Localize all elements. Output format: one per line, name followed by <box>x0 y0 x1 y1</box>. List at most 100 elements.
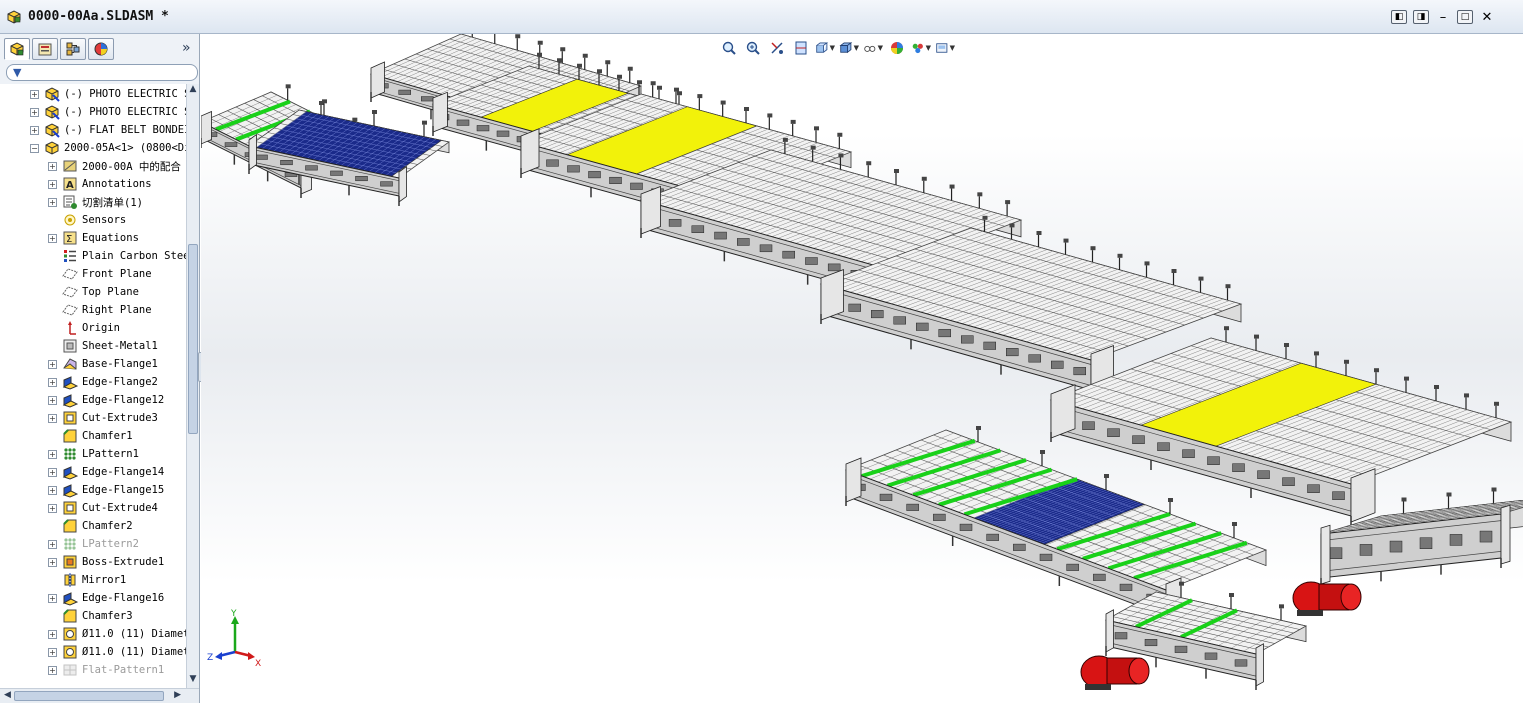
property-manager-icon <box>38 43 52 56</box>
expand-node-icon[interactable]: + <box>48 359 57 369</box>
cut-extrude-icon <box>63 411 77 425</box>
conveyor-module-10[interactable] <box>1080 581 1308 690</box>
tree-item[interactable]: + Cut-Extrude3 <box>48 409 158 427</box>
tree-item[interactable]: + A Annotations <box>48 175 152 193</box>
tree-item[interactable]: + LPattern2 <box>48 535 139 553</box>
tree-item[interactable]: + Edge-Flange2 <box>48 373 158 391</box>
tab-feature-manager[interactable] <box>4 38 30 60</box>
assembly-document-icon <box>7 10 21 24</box>
tree-item[interactable]: + Flat-Pattern1 <box>48 661 164 679</box>
feature-tree-icon <box>10 42 24 56</box>
tree-item[interactable]: Sensors <box>48 211 126 229</box>
tree-item[interactable]: + Edge-Flange16 <box>48 589 164 607</box>
expand-node-icon[interactable]: + <box>30 125 39 135</box>
tree-item-label: Annotations <box>82 178 152 190</box>
tree-item[interactable]: +2000-00A 中的配合 <box>48 157 181 175</box>
tree-item[interactable]: + 切割清单(1) <box>48 193 143 211</box>
collapse-node-icon[interactable]: − <box>30 143 39 153</box>
tab-property-manager[interactable] <box>32 38 58 60</box>
tree-item[interactable]: Mirror1 <box>48 571 126 589</box>
collapse-panel-button[interactable]: » <box>182 40 191 56</box>
expand-node-icon[interactable]: + <box>48 413 57 423</box>
close-button[interactable]: ✕ <box>1479 10 1495 24</box>
tab-display-manager[interactable] <box>88 38 114 60</box>
tree-item[interactable]: Front Plane <box>48 265 152 283</box>
expand-node-icon[interactable]: + <box>48 449 57 459</box>
tree-item[interactable]: + LPattern1 <box>48 445 139 463</box>
expand-node-icon[interactable]: + <box>48 395 57 405</box>
linear-pattern-icon <box>64 448 76 460</box>
tree-item[interactable]: Sheet-Metal1 <box>48 337 158 355</box>
minimize-button[interactable]: – <box>1435 10 1451 24</box>
tree-item[interactable]: + (-) PHOTO ELECTRIC S <box>30 85 186 103</box>
plane-icon <box>62 304 78 316</box>
hscroll-thumb[interactable] <box>14 691 164 701</box>
graphics-area[interactable]: ▼ ▼ ▼ ▼ ▼ Y Z X <box>201 34 1523 703</box>
tree-item[interactable]: + Ø11.0 (11) Diamet <box>48 643 186 661</box>
tab-configuration-manager[interactable] <box>60 38 86 60</box>
tree-item[interactable]: + Boss-Extrude1 <box>48 553 164 571</box>
tree-item[interactable]: Chamfer1 <box>48 427 133 445</box>
tree-item[interactable]: Right Plane <box>48 301 152 319</box>
chamfer-icon <box>63 429 77 443</box>
expand-node-icon[interactable]: + <box>48 647 57 657</box>
tree-item[interactable]: + (-) PHOTO ELECTRIC S <box>30 103 186 121</box>
tree-filter-input[interactable]: ▼ <box>6 64 198 81</box>
hole-wizard-icon <box>63 627 77 641</box>
expand-node-icon[interactable]: + <box>48 593 57 603</box>
scroll-thumb[interactable] <box>188 244 198 434</box>
expand-node-icon[interactable]: + <box>48 161 57 171</box>
tree-item[interactable]: + (-) FLAT BELT BONDEI <box>30 121 186 139</box>
expand-node-icon[interactable]: + <box>48 179 57 189</box>
tree-horizontal-scrollbar[interactable]: ◀ ▶ <box>0 688 199 703</box>
tile-left-button[interactable]: ◧ <box>1391 10 1407 24</box>
tree-item[interactable]: + Σ Equations <box>48 229 139 247</box>
tree-item[interactable]: + Ø11.0 (11) Diamet <box>48 625 186 643</box>
hole-wizard-icon <box>63 645 77 659</box>
tile-right-button[interactable]: ◨ <box>1413 10 1429 24</box>
expand-node-icon[interactable]: + <box>48 629 57 639</box>
tree-item[interactable]: Origin <box>48 319 120 337</box>
linear-pattern-icon <box>64 538 76 550</box>
scroll-left-arrow-icon[interactable]: ◀ <box>4 690 11 700</box>
tree-vertical-scrollbar[interactable]: ▲ ▼ <box>186 84 199 688</box>
tree-item[interactable]: + Edge-Flange12 <box>48 391 164 409</box>
edge-flange-icon <box>62 394 78 408</box>
expand-node-icon[interactable]: + <box>48 377 57 387</box>
tree-item-label: LPattern2 <box>82 538 139 550</box>
tree-item-label: Flat-Pattern1 <box>82 664 165 676</box>
expand-node-icon[interactable]: + <box>48 503 57 513</box>
expand-node-icon[interactable]: + <box>48 557 57 567</box>
tree-item[interactable]: + Edge-Flange15 <box>48 481 164 499</box>
expand-node-icon[interactable]: + <box>48 233 57 243</box>
expand-node-icon[interactable]: + <box>30 89 39 99</box>
tree-item[interactable]: + Edge-Flange14 <box>48 463 164 481</box>
expand-node-icon[interactable]: + <box>48 467 57 477</box>
assembly-model-render[interactable] <box>201 34 1523 703</box>
tree-item[interactable]: Chamfer2 <box>48 517 133 535</box>
scroll-down-arrow-icon[interactable]: ▼ <box>187 674 199 688</box>
tree-item[interactable]: + Cut-Extrude4 <box>48 499 158 517</box>
tree-item[interactable]: Chamfer3 <box>48 607 133 625</box>
reference-triad: Y Z X <box>207 609 261 668</box>
tree-item[interactable]: − 2000-05A<1> (0800<Di <box>30 139 186 157</box>
maximize-button[interactable]: □ <box>1457 10 1473 24</box>
chamfer-icon <box>63 519 77 533</box>
expand-node-icon[interactable]: + <box>48 665 57 675</box>
expand-node-icon[interactable]: + <box>48 539 57 549</box>
scroll-up-arrow-icon[interactable]: ▲ <box>187 84 199 98</box>
tree-item-label: 切割清单(1) <box>82 196 143 209</box>
tree-item[interactable]: Top Plane <box>48 283 139 301</box>
expand-node-icon[interactable]: + <box>30 107 39 117</box>
tree-item[interactable]: Plain Carbon Stee <box>48 247 186 265</box>
tree-item-label: Plain Carbon Stee <box>82 250 186 262</box>
tree-item[interactable]: + Base-Flange1 <box>48 355 158 373</box>
expand-node-icon[interactable]: + <box>48 485 57 495</box>
expand-node-icon[interactable]: + <box>48 197 57 207</box>
scroll-right-arrow-icon[interactable]: ▶ <box>174 690 181 700</box>
